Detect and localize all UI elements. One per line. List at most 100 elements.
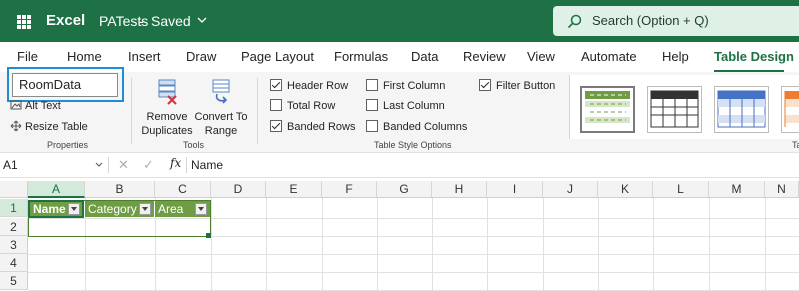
confirm-icon[interactable]: ✓: [143, 157, 154, 173]
checkbox-unchecked-icon: [366, 99, 378, 111]
tab-draw[interactable]: Draw: [186, 49, 216, 64]
group-separator: [257, 78, 258, 144]
remove-duplicates-label-1: Remove: [146, 111, 188, 123]
group-label-properties: Properties: [47, 140, 89, 150]
column-header-k[interactable]: K: [598, 181, 653, 198]
spreadsheet-grid[interactable]: A B C D E F G H I J K L M N 1 2 3 4 5 Na…: [0, 178, 799, 291]
row-header-5[interactable]: 5: [0, 272, 28, 290]
remove-duplicates-button[interactable]: Remove Duplicates: [139, 78, 195, 138]
grid-line: [543, 198, 544, 291]
alt-text-button[interactable]: Alt Text: [10, 99, 61, 112]
table-style-blue-preview: [717, 90, 766, 128]
tab-formulas[interactable]: Formulas: [334, 49, 388, 64]
column-header-m[interactable]: M: [709, 181, 765, 198]
tab-data[interactable]: Data: [411, 49, 438, 64]
search-box[interactable]: Search (Option + Q): [553, 6, 799, 36]
chevron-down-icon[interactable]: [95, 162, 103, 168]
remove-duplicates-icon: [158, 79, 177, 105]
last-column-checkbox[interactable]: Last Column: [366, 99, 445, 112]
column-header-f[interactable]: F: [322, 181, 377, 198]
first-column-label: First Column: [383, 80, 446, 92]
grid-line: [432, 198, 433, 291]
column-header-j[interactable]: J: [543, 181, 598, 198]
column-header-h[interactable]: H: [432, 181, 487, 198]
header-row-label: Header Row: [287, 80, 349, 92]
remove-duplicates-label-2: Duplicates: [141, 125, 193, 137]
alt-text-label: Alt Text: [25, 100, 61, 112]
table-style-green[interactable]: [580, 86, 635, 133]
column-header-n[interactable]: N: [765, 181, 799, 198]
grid-line: [653, 198, 654, 291]
grid-line: [322, 198, 323, 291]
grid-line: [28, 272, 799, 273]
banded-rows-checkbox[interactable]: Banded Rows: [270, 120, 356, 133]
table-style-orange[interactable]: [781, 86, 799, 133]
chevron-down-icon[interactable]: [196, 14, 208, 26]
save-status: Saved: [151, 13, 191, 29]
column-header-a[interactable]: A: [28, 181, 85, 198]
total-row-checkbox[interactable]: Total Row: [270, 99, 335, 112]
tab-page-layout[interactable]: Page Layout: [241, 49, 314, 64]
checkbox-unchecked-icon: [366, 120, 378, 132]
table-style-black[interactable]: [647, 86, 702, 133]
title-separator: -: [139, 13, 144, 29]
row-header-4[interactable]: 4: [0, 254, 28, 272]
banded-columns-checkbox[interactable]: Banded Columns: [366, 120, 467, 133]
row-header-2[interactable]: 2: [0, 218, 28, 236]
table-style-blue[interactable]: [714, 86, 769, 133]
column-header-l[interactable]: L: [653, 181, 709, 198]
checkbox-checked-icon: [270, 79, 282, 91]
cancel-icon[interactable]: ✕: [118, 157, 129, 173]
active-cell-highlight: [28, 200, 84, 218]
banded-columns-label: Banded Columns: [383, 121, 468, 133]
grid-line: [709, 198, 710, 291]
group-separator: [131, 78, 132, 144]
first-column-checkbox[interactable]: First Column: [366, 79, 445, 92]
insert-function-icon[interactable]: fx: [170, 156, 181, 170]
tab-view[interactable]: View: [527, 49, 555, 64]
convert-to-range-label-2: Range: [204, 125, 238, 137]
table-style-green-preview: [585, 91, 630, 123]
select-all-corner[interactable]: [0, 181, 28, 198]
tab-table-design[interactable]: Table Design: [714, 49, 794, 64]
convert-to-range-label-1: Convert To: [194, 111, 248, 123]
checkbox-checked-icon: [270, 120, 282, 132]
row-header-1[interactable]: 1: [0, 199, 28, 217]
title-bar: Excel PATests - Saved Search (Option + Q…: [0, 0, 799, 42]
filter-button-checkbox[interactable]: Filter Button: [479, 79, 555, 92]
tab-review[interactable]: Review: [463, 49, 506, 64]
table-style-orange-preview: [784, 91, 799, 127]
row-header-3[interactable]: 3: [0, 236, 28, 254]
table-resize-handle[interactable]: [206, 233, 211, 238]
resize-table-button[interactable]: Resize Table: [10, 120, 88, 133]
app-launcher-icon[interactable]: [17, 15, 31, 29]
grid-line: [266, 198, 267, 291]
name-box[interactable]: A1: [3, 158, 18, 172]
column-header-g[interactable]: G: [377, 181, 432, 198]
grid-line: [598, 198, 599, 291]
grid-line: [28, 254, 799, 255]
app-name[interactable]: Excel: [46, 12, 85, 29]
search-placeholder: Search (Option + Q): [592, 13, 709, 28]
column-header-d[interactable]: D: [211, 181, 266, 198]
column-header-i[interactable]: I: [487, 181, 543, 198]
resize-table-label: Resize Table: [25, 121, 88, 133]
tab-insert[interactable]: Insert: [128, 49, 161, 64]
tab-automate[interactable]: Automate: [581, 49, 637, 64]
tab-file[interactable]: File: [17, 49, 38, 64]
alt-text-icon: [10, 100, 22, 110]
column-header-e[interactable]: E: [266, 181, 322, 198]
header-row-checkbox[interactable]: Header Row: [270, 79, 348, 92]
convert-to-range-button[interactable]: Convert To Range: [193, 78, 249, 138]
grid-line: [487, 198, 488, 291]
grid-line: [377, 198, 378, 291]
filter-button-label: Filter Button: [496, 80, 556, 92]
formula-input[interactable]: Name: [191, 158, 223, 172]
tab-home[interactable]: Home: [67, 49, 102, 64]
column-header-c[interactable]: C: [155, 181, 211, 198]
group-label-style-options: Table Style Options: [374, 140, 452, 150]
tab-help[interactable]: Help: [662, 49, 689, 64]
banded-rows-label: Banded Rows: [287, 121, 356, 133]
resize-table-icon: [10, 120, 22, 132]
column-header-b[interactable]: B: [85, 181, 155, 198]
